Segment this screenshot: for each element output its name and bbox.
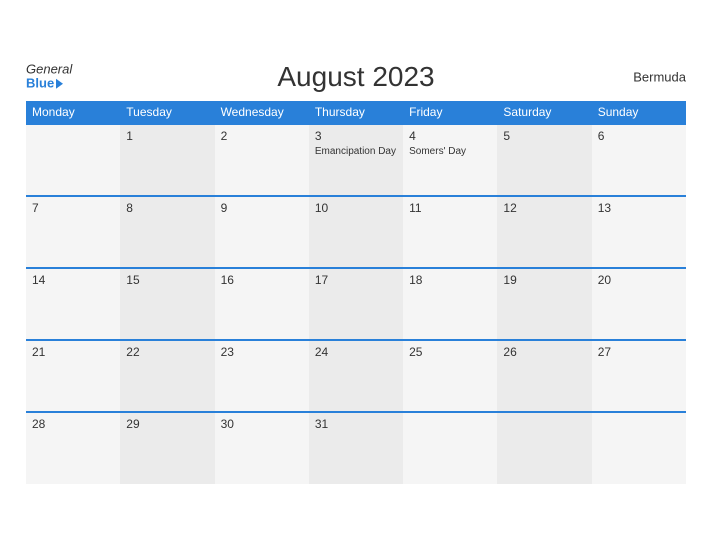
logo-blue-label: Blue — [26, 77, 54, 91]
calendar-cell: 30 — [215, 412, 309, 484]
weekday-header-wednesday: Wednesday — [215, 101, 309, 124]
day-number: 14 — [32, 273, 114, 287]
weekday-header-sunday: Sunday — [592, 101, 686, 124]
day-number: 12 — [503, 201, 585, 215]
day-event: Somers' Day — [409, 145, 491, 158]
calendar-cell: 16 — [215, 268, 309, 340]
calendar-cell: 21 — [26, 340, 120, 412]
day-number: 26 — [503, 345, 585, 359]
day-number: 10 — [315, 201, 397, 215]
calendar-cell: 29 — [120, 412, 214, 484]
week-row-2: 789 10 11 12 13 — [26, 196, 686, 268]
logo: General Blue — [26, 63, 72, 92]
day-number: 21 — [32, 345, 114, 359]
day-number: 15 — [126, 273, 208, 287]
day-number: 30 — [221, 417, 303, 431]
calendar-cell: 22 — [120, 340, 214, 412]
day-number: 24 — [315, 345, 397, 359]
calendar-tbody: 123Emancipation Day4Somers' Day567891011… — [26, 124, 686, 484]
calendar-cell: 27 — [592, 340, 686, 412]
calendar-cell — [592, 412, 686, 484]
weekday-header-saturday: Saturday — [497, 101, 591, 124]
calendar-cell: 25 — [403, 340, 497, 412]
logo-triangle-icon — [56, 79, 63, 89]
day-number: 5 — [503, 129, 585, 143]
calendar-cell: 18 — [403, 268, 497, 340]
day-number: 8 — [126, 201, 208, 215]
calendar-container: General Blue August 2023 Bermuda MondayT… — [11, 51, 701, 499]
calendar-cell: 17 — [309, 268, 403, 340]
calendar-cell: 19 — [497, 268, 591, 340]
day-number: 16 — [221, 273, 303, 287]
calendar-cell: 1 — [120, 124, 214, 196]
logo-general-text: General — [26, 63, 72, 77]
weekday-header-friday: Friday — [403, 101, 497, 124]
calendar-cell — [26, 124, 120, 196]
calendar-cell: 4 Somers' Day — [403, 124, 497, 196]
calendar-cell: 12 — [497, 196, 591, 268]
day-number: 18 — [409, 273, 491, 287]
day-number: 17 — [315, 273, 397, 287]
day-number: 28 — [32, 417, 114, 431]
calendar-cell: 14 — [26, 268, 120, 340]
day-number: 13 — [598, 201, 680, 215]
day-number: 2 — [221, 129, 303, 143]
day-number: 7 — [32, 201, 114, 215]
calendar-cell: 6 — [592, 124, 686, 196]
day-number: 25 — [409, 345, 491, 359]
calendar-thead: MondayTuesdayWednesdayThursdayFridaySatu… — [26, 101, 686, 124]
calendar-cell: 31 — [309, 412, 403, 484]
weekday-header-monday: Monday — [26, 101, 120, 124]
calendar-title: August 2023 — [277, 61, 434, 93]
weekday-header-row: MondayTuesdayWednesdayThursdayFridaySatu… — [26, 101, 686, 124]
week-row-5: 28 29 30 31 — [26, 412, 686, 484]
calendar-cell: 15 — [120, 268, 214, 340]
day-number: 31 — [315, 417, 397, 431]
day-number: 4 — [409, 129, 491, 143]
calendar-cell: 7 — [26, 196, 120, 268]
calendar-cell: 24 — [309, 340, 403, 412]
calendar-cell: 5 — [497, 124, 591, 196]
calendar-cell: 3 Emancipation Day — [309, 124, 403, 196]
calendar-cell: 11 — [403, 196, 497, 268]
calendar-cell: 2 — [215, 124, 309, 196]
weekday-header-thursday: Thursday — [309, 101, 403, 124]
week-row-4: 21 22 23 24 25 26 27 — [26, 340, 686, 412]
day-number: 29 — [126, 417, 208, 431]
calendar-cell: 26 — [497, 340, 591, 412]
logo-blue-text: Blue — [26, 77, 63, 91]
calendar-cell — [497, 412, 591, 484]
day-number: 6 — [598, 129, 680, 143]
day-number: 1 — [126, 129, 208, 143]
calendar-cell: 13 — [592, 196, 686, 268]
day-number: 9 — [221, 201, 303, 215]
calendar-cell: 20 — [592, 268, 686, 340]
week-row-3: 14 15 16 17 18 19 20 — [26, 268, 686, 340]
calendar-cell: 8 — [120, 196, 214, 268]
calendar-cell: 10 — [309, 196, 403, 268]
day-number: 27 — [598, 345, 680, 359]
region-label: Bermuda — [633, 70, 686, 85]
calendar-header: General Blue August 2023 Bermuda — [26, 61, 686, 93]
calendar-cell: 23 — [215, 340, 309, 412]
calendar-cell: 9 — [215, 196, 309, 268]
day-event: Emancipation Day — [315, 145, 397, 158]
weekday-header-tuesday: Tuesday — [120, 101, 214, 124]
day-number: 19 — [503, 273, 585, 287]
calendar-cell: 28 — [26, 412, 120, 484]
day-number: 11 — [409, 201, 491, 215]
week-row-1: 123 Emancipation Day 4 Somers' Day 56 — [26, 124, 686, 196]
day-number: 23 — [221, 345, 303, 359]
day-number: 20 — [598, 273, 680, 287]
day-number: 22 — [126, 345, 208, 359]
day-number: 3 — [315, 129, 397, 143]
calendar-cell — [403, 412, 497, 484]
calendar-table: MondayTuesdayWednesdayThursdayFridaySatu… — [26, 101, 686, 484]
